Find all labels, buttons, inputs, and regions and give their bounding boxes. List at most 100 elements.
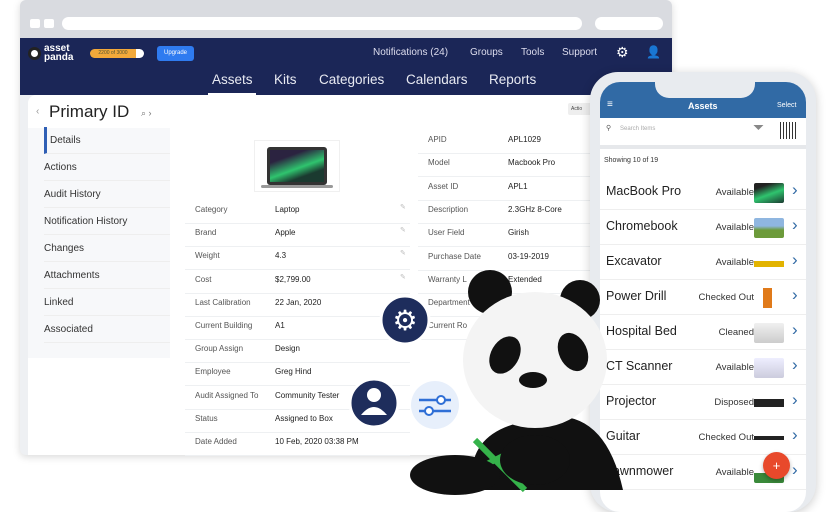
- chevron-right-icon[interactable]: ›: [792, 355, 798, 375]
- address-bar[interactable]: [62, 17, 582, 30]
- upgrade-button[interactable]: Upgrade: [157, 46, 194, 61]
- chevron-right-icon[interactable]: ›: [792, 460, 798, 480]
- field-value[interactable]: 2.3GHz 8-Core: [508, 205, 562, 214]
- sidebar-item-actions[interactable]: Actions: [44, 154, 170, 181]
- asset-list-item[interactable]: MacBook Pro Available ›: [600, 175, 806, 210]
- asset-thumbnail: [754, 183, 784, 203]
- field-value[interactable]: Apple: [275, 228, 295, 237]
- field-value[interactable]: 22 Jan, 2020: [275, 298, 321, 307]
- asset-thumbnail: [754, 253, 784, 273]
- sliders-icon: [411, 381, 459, 429]
- asset-list-item[interactable]: Chromebook Available ›: [600, 210, 806, 245]
- field-label: Employee: [195, 367, 231, 377]
- usage-badge: 2200 of 3000: [90, 49, 144, 58]
- tab-kits[interactable]: Kits: [274, 72, 297, 87]
- asset-thumbnail: [754, 393, 784, 413]
- chevron-right-icon[interactable]: ›: [792, 285, 798, 305]
- sidebar-item-changes[interactable]: Changes: [44, 235, 170, 262]
- add-asset-fab[interactable]: +: [763, 452, 790, 479]
- chevron-right-icon[interactable]: ›: [792, 180, 798, 200]
- gear-icon: ⚙: [392, 305, 417, 336]
- field-value[interactable]: Macbook Pro: [508, 158, 555, 167]
- sidebar-item-details[interactable]: Details: [44, 127, 170, 154]
- edit-icon[interactable]: ✎: [400, 203, 406, 211]
- browser-chrome: [20, 0, 672, 38]
- field-label: Last Calibration: [195, 297, 251, 307]
- field-value[interactable]: 03-19-2019: [508, 252, 549, 261]
- field-value[interactable]: Assigned to Box: [275, 414, 333, 423]
- support-link[interactable]: Support: [562, 47, 597, 58]
- sidebar-item-audit-history[interactable]: Audit History: [44, 181, 170, 208]
- phone-notch: [655, 82, 755, 98]
- asset-status: Available: [715, 222, 754, 233]
- tab-calendars[interactable]: Calendars: [406, 72, 468, 87]
- user-icon[interactable]: 👤: [646, 45, 661, 59]
- asset-thumbnail: [754, 288, 784, 308]
- back-chevron-icon[interactable]: ‹: [36, 106, 39, 117]
- field-label: Audit Assigned To: [195, 390, 259, 400]
- asset-status: Disposed: [714, 397, 754, 408]
- notifications-link[interactable]: Notifications (24): [373, 47, 448, 58]
- tab-categories[interactable]: Categories: [319, 72, 384, 87]
- field-value[interactable]: Laptop: [275, 205, 299, 214]
- field-value[interactable]: A1: [275, 321, 285, 330]
- sidebar-item-associated[interactable]: Associated: [44, 316, 170, 343]
- field-label: Brand: [195, 228, 217, 238]
- field-label: Model: [428, 158, 450, 168]
- edit-icon[interactable]: ✎: [400, 249, 406, 257]
- chevron-right-icon[interactable]: ›: [792, 215, 798, 235]
- barcode-scan-icon[interactable]: [780, 122, 798, 139]
- asset-thumbnail: [754, 218, 784, 238]
- asset-name: MacBook Pro: [606, 184, 682, 198]
- user-circle-icon: [348, 377, 400, 429]
- chevron-right-icon[interactable]: ›: [792, 425, 798, 445]
- top-nav: asset panda 2200 of 3000 Upgrade Notific…: [20, 38, 672, 95]
- field-label: Description: [428, 204, 469, 214]
- tools-link[interactable]: Tools: [521, 47, 544, 58]
- forward-button[interactable]: [44, 19, 54, 28]
- asset-status: Available: [715, 467, 754, 478]
- chevron-right-icon[interactable]: ›: [792, 320, 798, 340]
- field-value[interactable]: Community Tester: [275, 391, 339, 400]
- edit-icon[interactable]: ✎: [400, 226, 406, 234]
- browser-search[interactable]: [595, 17, 663, 30]
- laptop-image: [267, 147, 327, 185]
- field-label: Purchase Date: [428, 251, 481, 261]
- search-icon[interactable]: ⌕ ›: [141, 108, 152, 119]
- asset-status: Cleaned: [718, 327, 754, 338]
- laptop-base: [261, 185, 333, 188]
- groups-link[interactable]: Groups: [470, 47, 503, 58]
- tab-assets[interactable]: Assets: [212, 72, 253, 87]
- tab-reports[interactable]: Reports: [489, 72, 536, 87]
- asset-status: Available: [715, 187, 754, 198]
- field-value[interactable]: APL1: [508, 182, 528, 191]
- field-label: Category: [195, 205, 228, 214]
- sidebar-item-notification-history[interactable]: Notification History: [44, 208, 170, 235]
- field-value[interactable]: $2,799.00: [275, 275, 311, 284]
- gear-icon[interactable]: ⚙: [616, 44, 629, 61]
- menu-icon[interactable]: ≡: [607, 99, 613, 110]
- filter-icon[interactable]: ⏷: [753, 119, 764, 136]
- chevron-right-icon[interactable]: ›: [792, 250, 798, 270]
- asset-status: Checked Out: [698, 432, 754, 443]
- logo[interactable]: asset panda: [28, 44, 74, 63]
- sidebar-item-attachments[interactable]: Attachments: [44, 262, 170, 289]
- field-label: Current Building: [195, 321, 253, 330]
- field-label: APID: [428, 135, 447, 144]
- sidebar-item-linked[interactable]: Linked: [44, 289, 170, 316]
- field-value[interactable]: Design: [275, 344, 300, 353]
- divider: [600, 145, 806, 149]
- asset-thumbnail: [754, 428, 784, 448]
- back-button[interactable]: [30, 19, 40, 28]
- select-button[interactable]: Select: [777, 102, 796, 109]
- page-title: Primary ID: [49, 102, 130, 121]
- search-icon: ⚲: [606, 125, 612, 132]
- mobile-header: ≡ Assets Select: [600, 82, 806, 118]
- field-value[interactable]: Girish: [508, 228, 529, 237]
- mobile-search-input[interactable]: Search Items: [620, 126, 740, 132]
- chevron-right-icon[interactable]: ›: [792, 390, 798, 410]
- asset-thumbnail: [754, 323, 784, 343]
- field-value[interactable]: 4.3: [275, 251, 286, 260]
- field-value[interactable]: APL1029: [508, 135, 541, 144]
- field-value[interactable]: Greg Hind: [275, 367, 311, 376]
